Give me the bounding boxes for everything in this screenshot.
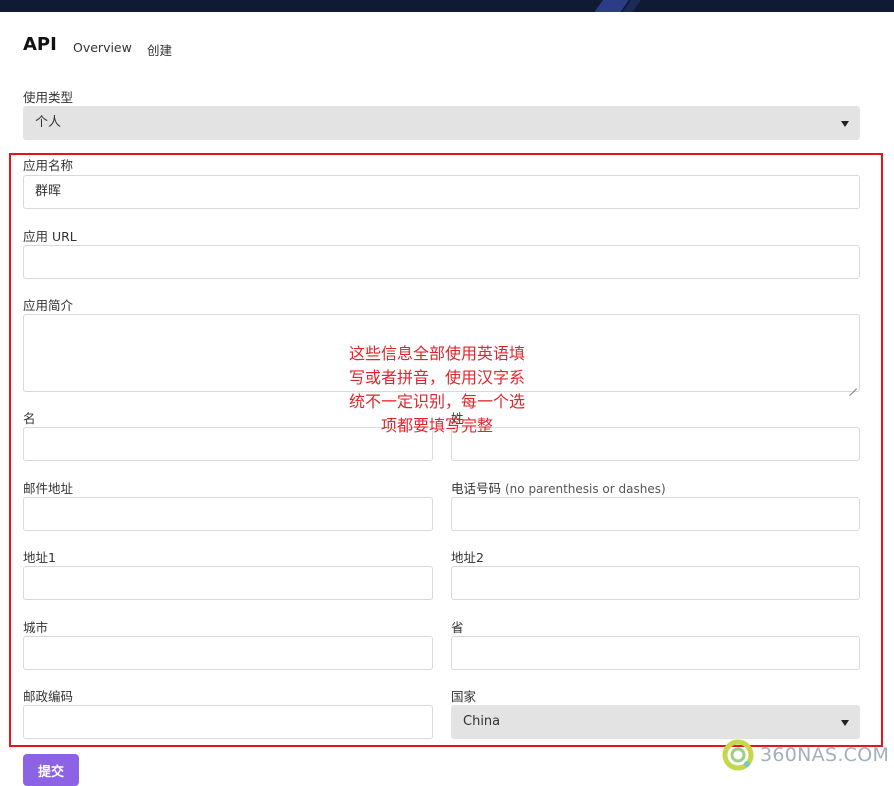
app-url-label: 应用 URL [23, 229, 77, 244]
address1-label: 地址1 [23, 550, 56, 565]
phone-input[interactable] [451, 497, 860, 531]
country-value: China [463, 714, 501, 729]
top-banner [0, 0, 894, 12]
province-input[interactable] [451, 636, 860, 670]
address1-input[interactable] [23, 566, 433, 600]
province-label: 省 [451, 620, 464, 635]
country-label: 国家 [451, 689, 477, 704]
city-label: 城市 [23, 620, 49, 635]
usage-type-select[interactable]: 个人 [23, 106, 860, 140]
phone-label-text: 电话号码 [451, 481, 502, 496]
email-input[interactable] [23, 497, 433, 531]
annotation-line: 项都要填写完整 [380, 416, 493, 435]
app-name-label: 应用名称 [23, 158, 74, 173]
app-name-input[interactable]: 群晖 [23, 175, 860, 209]
chevron-down-icon [841, 720, 849, 726]
usage-type-value: 个人 [35, 115, 62, 130]
email-label: 邮件地址 [23, 481, 74, 496]
postal-code-label: 邮政编码 [23, 689, 74, 704]
page-title: API [23, 34, 57, 55]
usage-type-label: 使用类型 [23, 90, 74, 105]
watermark-text: 360NAS.COM [760, 744, 890, 766]
app-url-input[interactable] [23, 245, 860, 279]
first-name-label: 名 [23, 411, 36, 426]
chevron-down-icon [841, 121, 849, 127]
address2-label: 地址2 [451, 550, 484, 565]
phone-label: 电话号码 (no parenthesis or dashes) [451, 478, 666, 497]
annotation-note: 这些信息全部使用英语填 写或者拼音，使用汉字系 统不一定识别，每一个选 项都要填… [321, 342, 553, 438]
postal-code-input[interactable] [23, 705, 433, 739]
watermark: 360NAS.COM [722, 737, 889, 773]
resize-grip-icon[interactable] [849, 381, 857, 389]
phone-hint: (no parenthesis or dashes) [505, 482, 666, 496]
annotation-line: 写或者拼音，使用汉字系 [348, 368, 525, 387]
annotation-line: 这些信息全部使用英语填 [348, 344, 525, 363]
annotation-line: 统不一定识别，每一个选 [348, 392, 525, 411]
app-desc-label: 应用简介 [23, 298, 74, 313]
watermark-logo-icon [722, 739, 754, 771]
city-input[interactable] [23, 636, 433, 670]
address2-input[interactable] [451, 566, 860, 600]
submit-button[interactable]: 提交 [23, 754, 79, 786]
tab-create[interactable]: 创建 [147, 40, 172, 59]
tab-overview[interactable]: Overview [73, 40, 132, 55]
country-select[interactable]: China [451, 705, 860, 739]
